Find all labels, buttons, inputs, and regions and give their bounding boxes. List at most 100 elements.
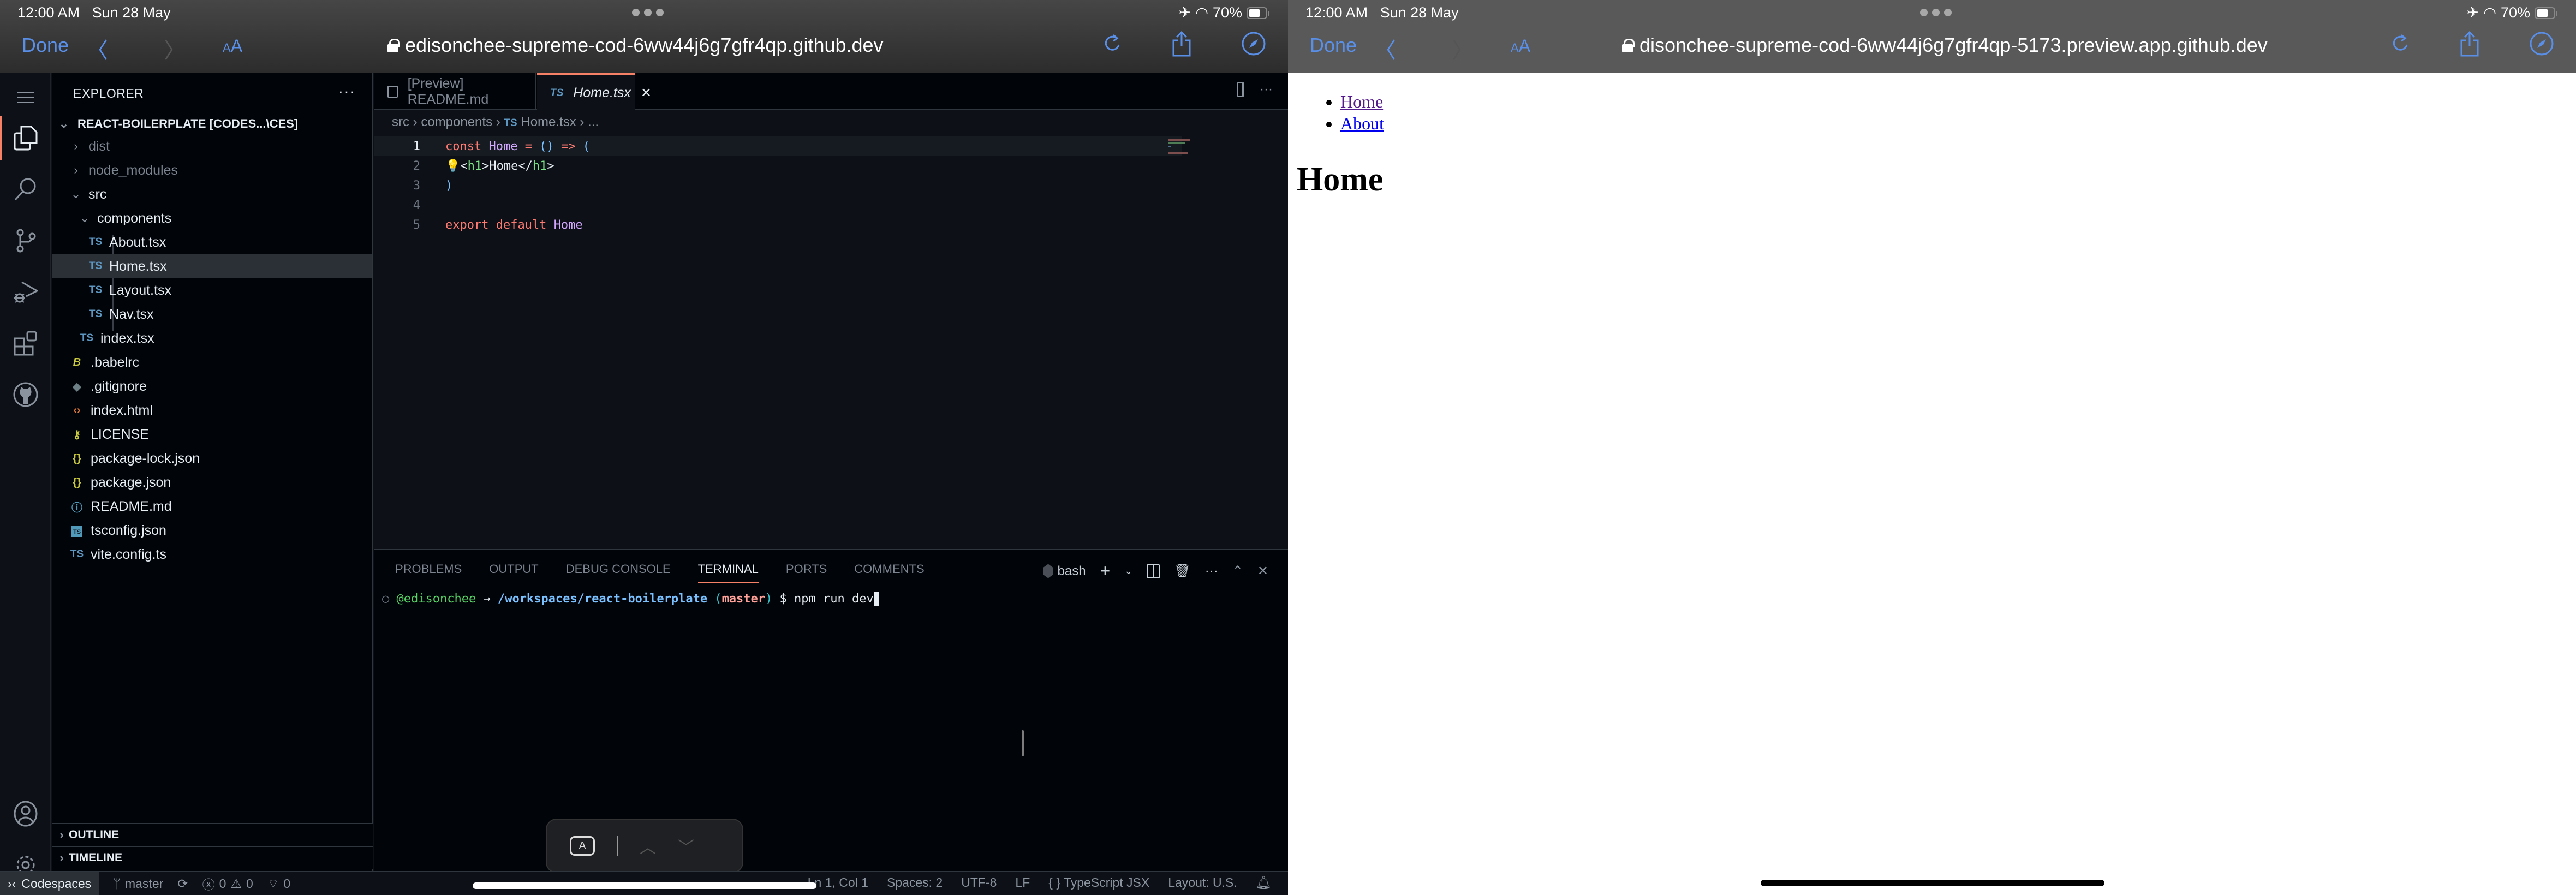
tree-file-tsconfig[interactable]: TS tsconfig.json: [52, 518, 372, 542]
timeline-section[interactable]: › TIMELINE: [52, 846, 373, 869]
back-icon[interactable]: 〈: [1374, 33, 1396, 64]
reload-icon[interactable]: [1104, 33, 1122, 55]
chevron-down-icon[interactable]: ⌄: [1124, 565, 1132, 577]
chevron-up-icon[interactable]: ︿: [640, 834, 656, 858]
branch-indicator[interactable]: ᛘ master: [113, 876, 163, 891]
tree-folder-node-modules[interactable]: › node_modules: [52, 158, 372, 182]
split-editor-icon[interactable]: [1237, 82, 1245, 97]
chevron-down-icon: ⌄: [79, 211, 90, 225]
cursor-position[interactable]: Ln 1, Col 1: [808, 875, 868, 890]
code-editor[interactable]: src › components › TS Home.tsx › ... 1 co…: [374, 110, 1288, 549]
sync-icon[interactable]: ⟳: [177, 876, 188, 891]
source-control-icon[interactable]: [0, 216, 51, 265]
terminal-shell-selector[interactable]: bash: [1043, 564, 1086, 579]
tree-file-nav[interactable]: TS Nav.tsx: [52, 302, 372, 326]
tab-home-tsx[interactable]: TS Home.tsx ✕: [537, 73, 652, 111]
chevron-right-icon: ›: [74, 139, 78, 153]
tab-terminal[interactable]: TERMINAL: [697, 562, 759, 583]
keyboard-layout[interactable]: Layout: U.S.: [1168, 875, 1237, 890]
trash-icon[interactable]: 🗑: [1174, 563, 1190, 579]
share-icon[interactable]: [1171, 31, 1192, 57]
tree-file-vite-config[interactable]: TS vite.config.ts: [52, 542, 372, 566]
multitasking-dots[interactable]: [1920, 9, 1952, 16]
account-icon[interactable]: [0, 789, 51, 838]
workspace-root[interactable]: ⌄ REACT-BOILERPLATE [CODES...\CES]: [58, 117, 298, 131]
keyboard-toggle-button[interactable]: A: [570, 836, 595, 856]
tree-folder-components[interactable]: ⌄ components: [52, 206, 372, 230]
maximize-panel-icon[interactable]: ⌃: [1232, 563, 1243, 579]
indentation[interactable]: Spaces: 2: [887, 875, 943, 890]
more-actions-icon[interactable]: ···: [1260, 82, 1273, 97]
terminal-input[interactable]: npm run dev: [794, 592, 874, 606]
forward-icon[interactable]: 〉: [1452, 33, 1474, 64]
ports-indicator[interactable]: ⌔ 0: [267, 876, 290, 892]
tree-file-index-html[interactable]: ‹› index.html: [52, 398, 372, 422]
close-icon[interactable]: ✕: [641, 85, 652, 101]
encoding[interactable]: UTF-8: [961, 875, 997, 890]
chevron-down-icon[interactable]: ﹀: [678, 834, 694, 858]
tree-file-package-json[interactable]: {} package.json: [52, 470, 372, 494]
status-time: 12:00 AM Sun 28 May: [17, 4, 171, 21]
tab-ports[interactable]: PORTS: [786, 562, 827, 583]
breadcrumb-item[interactable]: src: [392, 115, 409, 129]
minimap[interactable]: [1168, 138, 1201, 154]
tree-file-readme[interactable]: ⓘ README.md: [52, 494, 372, 518]
lightbulb-icon[interactable]: 💡: [445, 159, 460, 173]
tree-file-license[interactable]: ⚷ LICENSE: [52, 422, 372, 446]
tree-file-about[interactable]: TS About.tsx: [52, 230, 372, 254]
reload-icon[interactable]: [2392, 33, 2410, 55]
tree-file-layout[interactable]: TS Layout.tsx: [52, 278, 372, 302]
tree-folder-dist[interactable]: › dist: [52, 134, 372, 158]
problems-indicator[interactable]: ⓧ 0 ⚠ 0: [202, 874, 253, 893]
tab-comments[interactable]: COMMENTS: [854, 562, 924, 583]
tab-problems[interactable]: PROBLEMS: [395, 562, 462, 583]
home-indicator[interactable]: [1761, 880, 2104, 886]
more-actions-icon[interactable]: ···: [338, 83, 356, 100]
tree-file-home[interactable]: TS Home.tsx: [52, 254, 372, 278]
end-of-line[interactable]: LF: [1015, 875, 1030, 890]
tab-debug-console[interactable]: DEBUG CONSOLE: [566, 562, 671, 583]
compass-icon[interactable]: [2529, 31, 2554, 56]
done-button[interactable]: Done: [1310, 34, 1357, 57]
address-bar[interactable]: disonchee-supreme-cod-6ww44j6g7gfr4qp-51…: [1622, 34, 2268, 57]
tab-output[interactable]: OUTPUT: [489, 562, 538, 583]
forward-icon[interactable]: 〉: [164, 33, 186, 64]
tree-file-gitignore[interactable]: ◆ .gitignore: [52, 374, 372, 398]
split-terminal-icon[interactable]: [1147, 564, 1160, 578]
tree-file-index-tsx[interactable]: TS index.tsx: [52, 326, 372, 350]
remote-indicator[interactable]: ›‹ Codespaces: [0, 872, 99, 895]
extensions-icon[interactable]: [0, 319, 51, 368]
nav-link-home[interactable]: Home: [1340, 92, 1383, 111]
breadcrumb-item[interactable]: ...: [588, 115, 599, 129]
terminal-output[interactable]: ○ @edisonchee → /workspaces/react-boiler…: [382, 592, 879, 606]
tree-label: index.html: [91, 402, 153, 418]
tree-file-package-lock[interactable]: {} package-lock.json: [52, 446, 372, 470]
new-terminal-icon[interactable]: +: [1100, 561, 1111, 581]
done-button[interactable]: Done: [22, 34, 69, 57]
language-mode[interactable]: { } TypeScript JSX: [1048, 875, 1149, 890]
close-panel-icon[interactable]: ✕: [1257, 563, 1268, 579]
text-size-button[interactable]: AA: [223, 36, 242, 56]
breadcrumb-item[interactable]: components: [421, 115, 492, 129]
home-indicator[interactable]: [473, 882, 816, 889]
notifications-bell-icon[interactable]: 🔔︎: [1256, 875, 1272, 890]
more-actions-icon[interactable]: ···: [1205, 564, 1218, 579]
share-icon[interactable]: [2459, 31, 2480, 57]
multitasking-dots[interactable]: [632, 9, 664, 16]
chevron-down-icon: ⌄: [70, 187, 81, 201]
address-bar[interactable]: edisonchee-supreme-cod-6ww44j6g7gfr4qp.g…: [387, 34, 884, 57]
run-debug-icon[interactable]: [0, 267, 51, 317]
nav-link-about[interactable]: About: [1340, 114, 1384, 133]
text-size-button[interactable]: AA: [1511, 36, 1530, 56]
tab-readme-preview[interactable]: [Preview] README.md: [374, 73, 536, 110]
github-icon[interactable]: [0, 370, 51, 419]
search-icon[interactable]: [0, 165, 51, 214]
git-icon: ◆: [73, 380, 81, 393]
explorer-icon[interactable]: [0, 114, 51, 163]
breadcrumb-item[interactable]: Home.tsx: [521, 115, 576, 129]
outline-section[interactable]: › OUTLINE: [52, 823, 373, 846]
tree-file-babelrc[interactable]: B .babelrc: [52, 350, 372, 374]
compass-icon[interactable]: [1241, 31, 1266, 56]
tree-folder-src[interactable]: ⌄ src: [52, 182, 372, 206]
back-icon[interactable]: 〈: [86, 33, 108, 64]
